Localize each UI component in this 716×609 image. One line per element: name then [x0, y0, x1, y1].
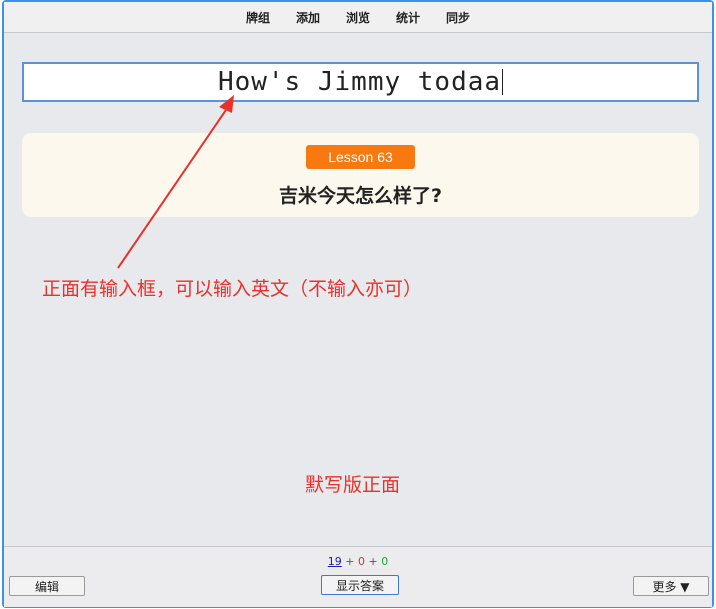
show-answer-button[interactable]: 显示答案: [321, 575, 399, 595]
menu-browse[interactable]: 浏览: [346, 9, 370, 26]
count-separator: +: [365, 555, 382, 568]
card-front: Lesson 63 吉米今天怎么样了?: [22, 133, 699, 217]
edit-button[interactable]: 编辑: [9, 576, 85, 596]
due-count: 0: [381, 555, 389, 568]
bottom-bar: 19 + 0 + 0 编辑 显示答案 更多 ▼: [4, 546, 712, 607]
page-annotation: 默写版正面: [305, 474, 401, 496]
new-count[interactable]: 19: [328, 555, 342, 568]
top-menu: 牌组 添加 浏览 统计 同步: [4, 2, 712, 33]
menu-decks[interactable]: 牌组: [246, 9, 270, 26]
menu-add[interactable]: 添加: [296, 9, 320, 26]
type-answer-value: How's Jimmy todaa: [217, 67, 502, 97]
text-caret: [502, 69, 504, 95]
card-counts: 19 + 0 + 0: [4, 555, 712, 568]
card-question: 吉米今天怎么样了?: [278, 185, 443, 207]
typein-annotation: 正面有输入框，可以输入英文（不输入亦可）: [42, 278, 423, 300]
more-button[interactable]: 更多 ▼: [633, 576, 709, 596]
menu-stats[interactable]: 统计: [396, 9, 420, 26]
review-window: 牌组 添加 浏览 统计 同步 How's Jimmy todaa Lesson …: [2, 0, 714, 608]
learn-count: 0: [358, 555, 365, 568]
count-separator: +: [341, 555, 358, 568]
lesson-badge: Lesson 63: [306, 145, 415, 169]
type-answer-input[interactable]: How's Jimmy todaa: [22, 62, 699, 102]
menu-sync[interactable]: 同步: [446, 9, 470, 26]
